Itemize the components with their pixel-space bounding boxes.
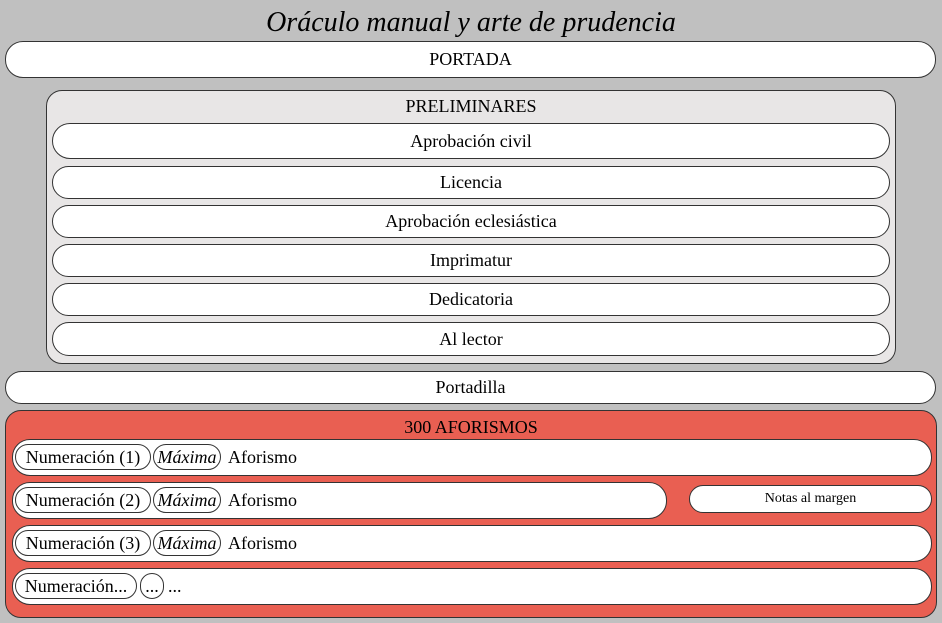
preliminares-label: PRELIMINARES xyxy=(405,96,537,116)
aforismos-group: 300 AFORISMOS Numeración (1) Máxima Afor… xyxy=(5,410,937,618)
preliminares-item-aprobacion-eclesiastica: Aprobación eclesiástica xyxy=(52,205,890,238)
aforismo-text: Aforismo xyxy=(228,490,297,510)
numeracion-chip: Numeración (1) xyxy=(15,444,151,470)
preliminares-item-dedicatoria: Dedicatoria xyxy=(52,283,890,316)
aforismo-row-1: Numeración (1) Máxima Aforismo xyxy=(12,439,932,476)
aforismo-row-2: Numeración (2) Máxima Aforismo xyxy=(12,482,667,519)
maxima-chip: Máxima xyxy=(153,444,221,470)
aforismo-row-more: Numeración... ... ... xyxy=(12,568,932,605)
preliminares-item-al-lector: Al lector xyxy=(52,322,890,356)
aforismo-row-3: Numeración (3) Máxima Aforismo xyxy=(12,525,932,562)
preliminares-item-aprobacion-civil: Aprobación civil xyxy=(52,123,890,159)
notas-al-margen-node: Notas al margen xyxy=(689,485,932,513)
numeracion-chip: Numeración... xyxy=(15,573,137,599)
aforismo-text: Aforismo xyxy=(228,447,297,467)
diagram-title: Oráculo manual y arte de prudencia xyxy=(266,7,676,38)
numeracion-chip: Numeración (3) xyxy=(15,530,151,556)
preliminares-item-imprimatur: Imprimatur xyxy=(52,244,890,277)
maxima-chip: Máxima xyxy=(153,530,221,556)
maxima-chip: ... xyxy=(140,573,164,599)
aforismo-text: ... xyxy=(168,576,182,596)
preliminares-item-licencia: Licencia xyxy=(52,166,890,199)
portadilla-node: Portadilla xyxy=(5,371,936,404)
maxima-chip: Máxima xyxy=(153,487,221,513)
aforismos-label: 300 AFORISMOS xyxy=(404,417,538,437)
preliminares-group: PRELIMINARES Aprobación civil Licencia A… xyxy=(46,90,896,364)
aforismo-text: Aforismo xyxy=(228,533,297,553)
numeracion-chip: Numeración (2) xyxy=(15,487,151,513)
portada-node: PORTADA xyxy=(5,41,936,78)
